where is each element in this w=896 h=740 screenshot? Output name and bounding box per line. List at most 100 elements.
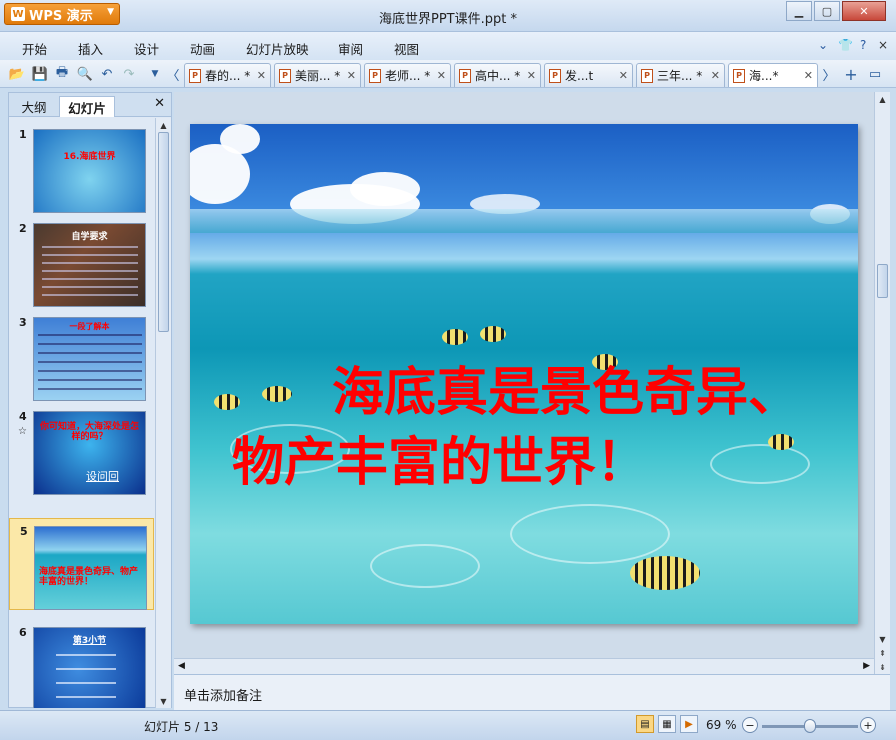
slide-thumbnail[interactable]: 海底真是景色奇异、物产丰富的世界！ <box>34 526 147 610</box>
canvas-vertical-scrollbar[interactable]: ▲ ▼ ⇞ ⇟ <box>874 92 890 674</box>
print-preview-icon[interactable]: 🔍 <box>76 65 94 83</box>
maximize-button[interactable]: ▢ <box>814 1 840 21</box>
status-bar: 幻灯片 5 / 13 ▤ ▦ ▶ 69 % − + <box>0 710 896 740</box>
print-icon[interactable]: 🖶 <box>53 65 71 83</box>
slide-thumbnail-item[interactable]: 6 第3小节 <box>9 620 154 708</box>
slide-thumbnail[interactable]: 第3小节 <box>33 627 146 708</box>
doc-tab[interactable]: P 三年... * ✕ <box>636 63 725 87</box>
slide-editing-canvas[interactable]: 海底真是景色奇异、 物产丰富的世界！ <box>174 92 874 658</box>
undo-icon[interactable]: ↶ <box>98 65 116 83</box>
open-folder-icon[interactable]: 📂 <box>8 65 26 83</box>
scrollbar-thumb[interactable] <box>158 132 169 332</box>
tab-list-icon[interactable]: ▭ <box>866 65 884 83</box>
tab-slides[interactable]: 幻灯片 <box>59 96 115 117</box>
scroll-up-icon[interactable]: ▲ <box>156 118 171 132</box>
menu-view[interactable]: 视图 <box>394 39 419 58</box>
close-panel-icon[interactable]: ✕ <box>154 96 165 111</box>
slide-navigation-panel: 大纲 幻灯片 ✕ 1 16.海底世界 2 自学要求 3 一段了解本 4 ☆ 你可… <box>8 92 172 708</box>
doc-tab[interactable]: P 老师... * ✕ <box>364 63 451 87</box>
close-tab-icon[interactable]: ✕ <box>527 69 536 82</box>
new-tab-icon[interactable]: + <box>842 65 860 84</box>
previous-slide-icon[interactable]: ⇞ <box>875 646 890 660</box>
scroll-right-icon[interactable]: ▶ <box>863 661 870 671</box>
close-tab-icon[interactable]: ✕ <box>437 69 446 82</box>
close-window-button[interactable]: ✕ <box>842 1 886 21</box>
slide-thumbnail[interactable]: 自学要求 <box>33 223 146 307</box>
close-tab-icon[interactable]: ✕ <box>711 69 720 82</box>
scroll-down-icon[interactable]: ▼ <box>875 632 890 646</box>
skin-icon[interactable]: 👕 <box>838 38 853 52</box>
canvas-horizontal-scrollbar[interactable]: ◀ ▶ <box>174 658 874 674</box>
toolbar-dropdown-icon[interactable]: ▼ <box>146 65 164 83</box>
ppt-file-icon: P <box>549 68 561 83</box>
slide-counter: 幻灯片 5 / 13 <box>144 720 219 734</box>
help-icon[interactable]: ? <box>860 38 866 52</box>
save-icon[interactable]: 💾 <box>31 65 49 83</box>
menu-slideshow[interactable]: 幻灯片放映 <box>246 39 309 58</box>
scrollbar-thumb[interactable] <box>877 264 888 298</box>
redo-icon[interactable]: ↷ <box>120 65 138 83</box>
slide-thumbnail-list: 1 16.海底世界 2 自学要求 3 一段了解本 4 ☆ 你可知道，大海深处是怎… <box>9 118 154 708</box>
ribbon-close-icon[interactable]: × <box>878 38 888 52</box>
slideshow-view-button[interactable]: ▶ <box>680 715 698 733</box>
slide-thumbnail-item[interactable]: 2 自学要求 <box>9 216 154 308</box>
ppt-file-icon: P <box>279 68 291 83</box>
scroll-up-icon[interactable]: ▲ <box>875 92 890 106</box>
doc-tab[interactable]: P 发...t ✕ <box>544 63 633 87</box>
scroll-left-icon[interactable]: ◀ <box>178 661 185 671</box>
close-tab-icon[interactable]: ✕ <box>347 69 356 82</box>
zoom-slider-knob[interactable] <box>804 719 816 733</box>
fish <box>442 329 468 345</box>
slide-thumbnail[interactable]: 16.海底世界 <box>33 129 146 213</box>
ribbon-collapse-icon[interactable]: ⌄ <box>818 38 828 52</box>
notes-pane[interactable]: 单击添加备注 <box>174 674 890 710</box>
thumbnail-text-lines <box>42 246 138 298</box>
close-tab-icon[interactable]: ✕ <box>619 69 628 82</box>
zoom-out-button[interactable]: − <box>742 717 758 733</box>
slide-thumbnail-item[interactable]: 3 一段了解本 <box>9 310 154 402</box>
cloud <box>350 172 420 206</box>
slide-text-line-2[interactable]: 物产丰富的世界！ <box>232 428 858 498</box>
slide-sorter-view-button[interactable]: ▦ <box>658 715 676 733</box>
fish <box>630 556 700 590</box>
slide-thumbnail-item[interactable]: 1 16.海底世界 <box>9 122 154 214</box>
tab-scroll-left-icon[interactable]: 〈 <box>164 65 182 84</box>
slide-text-line-1[interactable]: 海底真是景色奇异、 <box>232 358 858 428</box>
slide-thumbnail[interactable]: 你可知道，大海深处是怎样的吗？ 设问回 <box>33 411 146 495</box>
doc-tab[interactable]: P 高中... * ✕ <box>454 63 541 87</box>
close-tab-icon[interactable]: ✕ <box>257 69 266 82</box>
tab-scroll-right-icon[interactable]: 〉 <box>820 65 838 84</box>
cloud <box>220 124 260 154</box>
quick-toolbar: 📂 💾 🖶 🔍 ↶ ↷ ▼ 〈 P 春的... * ✕ P 美丽... * ✕ … <box>0 60 896 88</box>
tab-outline[interactable]: 大纲 <box>13 96 55 117</box>
doc-tab-active[interactable]: P 海...* ✕ <box>728 63 818 87</box>
animation-star-icon: ☆ <box>18 426 27 437</box>
zoom-in-button[interactable]: + <box>860 717 876 733</box>
ppt-file-icon: P <box>459 68 471 83</box>
ppt-file-icon: P <box>641 68 653 83</box>
menu-review[interactable]: 审阅 <box>338 39 363 58</box>
thumbnail-scrollbar[interactable]: ▲ ▼ <box>155 118 171 708</box>
current-slide[interactable]: 海底真是景色奇异、 物产丰富的世界！ <box>190 124 858 624</box>
menu-design[interactable]: 设计 <box>134 39 159 58</box>
menu-bar: 开始 插入 设计 动画 幻灯片放映 审阅 视图 ⌄ 👕 ? × <box>0 32 896 60</box>
minimize-button[interactable]: ▁ <box>786 1 812 21</box>
doc-tab[interactable]: P 春的... * ✕ <box>184 63 271 87</box>
scroll-down-icon[interactable]: ▼ <box>156 694 171 708</box>
ppt-file-icon: P <box>369 68 381 83</box>
menu-animation[interactable]: 动画 <box>190 39 215 58</box>
title-bar: W WPS 演示 ▼ 海底世界PPT课件.ppt * ▁ ▢ ✕ <box>0 0 896 32</box>
light-ripple <box>510 504 670 564</box>
slide-thumbnail-item[interactable]: 4 ☆ 你可知道，大海深处是怎样的吗？ 设问回 <box>9 404 154 496</box>
doc-tab[interactable]: P 美丽... * ✕ <box>274 63 361 87</box>
menu-insert[interactable]: 插入 <box>78 39 103 58</box>
slide-thumbnail-item-selected[interactable]: 5 海底真是景色奇异、物产丰富的世界！ <box>9 518 154 610</box>
close-tab-icon[interactable]: ✕ <box>804 69 813 82</box>
slide-thumbnail[interactable]: 一段了解本 <box>33 317 146 401</box>
side-panel-tabs: 大纲 幻灯片 ✕ <box>9 93 171 117</box>
menu-home[interactable]: 开始 <box>22 39 47 58</box>
next-slide-icon[interactable]: ⇟ <box>875 660 890 674</box>
zoom-level: 69 % <box>706 718 737 732</box>
normal-view-button[interactable]: ▤ <box>636 715 654 733</box>
ppt-file-icon: P <box>733 68 745 83</box>
